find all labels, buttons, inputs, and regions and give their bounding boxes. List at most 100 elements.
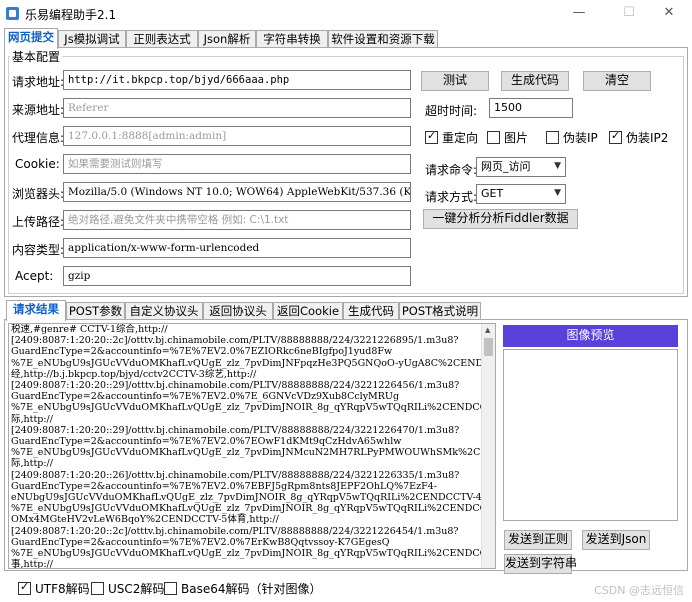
method-select[interactable]: GET ▼ [476,184,566,204]
window-title: 乐易编程助手2.1 [25,8,117,22]
result-text-line: GuardEncType=2&accountinfo=%7E%7EV2.0%7E… [11,391,400,403]
accept-label: Acept: [15,269,54,283]
upload-path-label: 上传路径: [12,215,65,229]
result-text-line: [2409:8087:1:20:20::29]/otttv.bj.chinamo… [11,380,460,392]
tab-generated-code[interactable]: 生成代码 [343,302,399,320]
clear-button[interactable]: 清空 [583,71,651,91]
cookie-input[interactable]: 如果需要测试则填写 [63,154,411,174]
utf8-check-box[interactable] [18,580,31,595]
chevron-down-icon: ▼ [554,188,561,198]
redirect-check-label: 重定向 [442,131,479,145]
scroll-up-icon[interactable]: ▲ [485,326,490,334]
tab-response-cookie[interactable]: 返回Cookie [273,302,343,320]
command-label: 请求命令: [425,163,478,177]
utf8-check-label: UTF8解码 [35,582,90,596]
proxy-label: 代理信息: [12,131,65,145]
timeout-label: 超时时间: [425,104,478,118]
cookie-label: Cookie: [15,157,60,171]
image-preview-header: 图像预览 [503,325,678,347]
result-text-line: GuardEncType=2&accountinfo=%7E%7EV2.0%7E… [11,480,437,492]
result-text-line: 事,http:// [11,559,53,569]
tab-string-convert[interactable]: 字符串转换 [256,30,328,48]
tab-js-debug[interactable]: Js模拟调试 [58,30,126,48]
image-check-box[interactable] [487,131,500,144]
test-button[interactable]: 测试 [421,71,489,91]
result-text-line: OMx4MGteHV2vLeW6BqoY%2CENDCCTV-5体育,http:… [11,514,279,526]
referer-input[interactable]: Referer [63,98,411,118]
tab-response-headers[interactable]: 返回协议头 [203,302,273,320]
url-input[interactable]: http://it.bkpcp.top/bjyd/666aaa.php [63,70,411,90]
fake-ip-check-label: 伪装IP [563,131,598,145]
image-checkbox[interactable]: 图片 [487,129,528,146]
result-text-line: GuardEncType=2&accountinfo=%7E%7EV2.0%7E… [11,346,393,358]
basic-config-label: 基本配置 [10,48,63,65]
usc2-decode-checkbox[interactable]: USC2解码 [91,580,164,597]
url-label: 请求地址: [12,75,65,89]
proxy-input[interactable]: 127.0.0.1:8888[admin:admin] [63,126,411,146]
method-label: 请求方式: [425,190,478,204]
app-icon [6,7,19,20]
tab-web-submit[interactable]: 网页提交 [4,28,58,49]
result-lines: 税速,#genre# CCTV-1综合,http://[2409:8087:1:… [9,324,496,569]
send-to-json-button[interactable]: 发送到Json [582,530,650,550]
redirect-checkbox[interactable]: 重定向 [425,129,478,146]
title-bar: 乐易编程助手2.1 — ☐ ✕ [0,0,692,28]
base64-check-box[interactable] [164,582,177,595]
usc2-check-label: USC2解码 [108,582,165,596]
tab-settings-download[interactable]: 软件设置和资源下载 [328,30,438,48]
result-text-line: [2409:8087:1:20:20::2c]/otttv.bj.chinamo… [11,335,459,347]
result-text-line: GuardEncType=2&accountinfo=%7E%7EV2.0%7E… [11,536,390,548]
result-text-line: eNUbgU9sJGUcVVduOMKhafLvQUgE_zlz_7pvDimJ… [11,492,496,504]
image-preview-area [503,349,678,521]
user-agent-label: 浏览器头: [12,187,65,201]
base64-decode-checkbox[interactable]: Base64解码（针对图像） [164,580,322,597]
timeout-input[interactable]: 1500 [489,98,573,118]
user-agent-input[interactable]: Mozilla/5.0 (Windows NT 10.0; WOW64) App… [63,182,411,202]
result-text-line: 税速,#genre# CCTV-1综合,http:// [11,324,168,335]
result-text-line: %7E_eNUbgU9sJGUcVVduOMKhafLvQUgE_zlz_7pv… [11,357,496,369]
method-select-value: GET [481,187,504,200]
tab-post-params[interactable]: POST参数 [66,302,125,320]
usc2-check-box[interactable] [91,582,104,595]
command-select[interactable]: 网页_访问 ▼ [476,157,566,177]
upload-path-input[interactable]: 绝对路径,避免文件夹中携带空格 例如: C:\1.txt [63,210,411,230]
result-text-line: GuardEncType=2&accountinfo=%7E%7EV2.0%7E… [11,436,402,448]
send-to-string-button[interactable]: 发送到字符串 [504,554,577,574]
content-type-label: 内容类型: [12,243,65,257]
watermark: CSDN @志远恒信 [594,584,684,597]
content-type-input[interactable]: application/x-www-form-urlencoded [63,238,411,258]
result-text-line: 经,http://b.j.bkpcp.top/bjyd/cctv2CCTV-3综… [11,368,257,380]
command-select-value: 网页_访问 [481,160,531,173]
utf8-decode-checkbox[interactable]: UTF8解码 [18,580,90,597]
accept-input[interactable]: gzip [63,266,411,286]
send-to-regex-button[interactable]: 发送到正则 [504,530,572,550]
scroll-thumb[interactable] [484,338,493,356]
fiddler-analyze-button[interactable]: 一键分析分析Fiddler数据 [423,209,578,229]
result-text-line: [2409:8087:1:20:20::29]/otttv.bj.chinamo… [11,424,460,436]
chevron-down-icon: ▼ [554,161,561,171]
tab-request-result[interactable]: 请求结果 [6,300,66,321]
fake-ip2-check-box[interactable] [609,129,622,144]
result-text-line: [2409:8087:1:20:20::2c]/otttv.bj.chinamo… [11,525,459,537]
fake-ip2-check-label: 伪装IP2 [626,131,669,145]
tab-regex[interactable]: 正则表达式 [126,30,198,48]
redirect-check-box[interactable] [425,129,438,144]
generate-code-button[interactable]: 生成代码 [501,71,569,91]
result-text-line: 际,http:// [11,413,53,425]
tab-custom-headers[interactable]: 自定义协议头 [125,302,203,320]
fake-ip-check-box[interactable] [546,131,559,144]
fake-ip2-checkbox[interactable]: 伪装IP2 [609,129,668,146]
minimize-button[interactable]: — [556,0,602,28]
result-scrollbar[interactable]: ▲ [481,324,495,568]
tab-json[interactable]: Json解析 [198,30,256,48]
result-text-area[interactable]: 税速,#genre# CCTV-1综合,http://[2409:8087:1:… [8,323,496,569]
tab-post-format-help[interactable]: POST格式说明 [399,302,481,320]
image-check-label: 图片 [504,131,529,145]
fake-ip-checkbox[interactable]: 伪装IP [546,129,598,146]
base64-check-label: Base64解码（针对图像） [181,582,322,596]
result-text-line: [2409:8087:1:20:20::26]/otttv.bj.chinamo… [11,469,460,481]
result-text-line: %7E_eNUbgU9sJGUcVVduOMKhafLvQUgE_zlz_7pv… [11,447,495,459]
basic-config-group [8,56,684,294]
result-text-line: %7E_eNUbgU9sJGUcVVduOMKhafLvQUgE_zlz_7pv… [11,548,496,560]
close-button[interactable]: ✕ [646,0,692,28]
